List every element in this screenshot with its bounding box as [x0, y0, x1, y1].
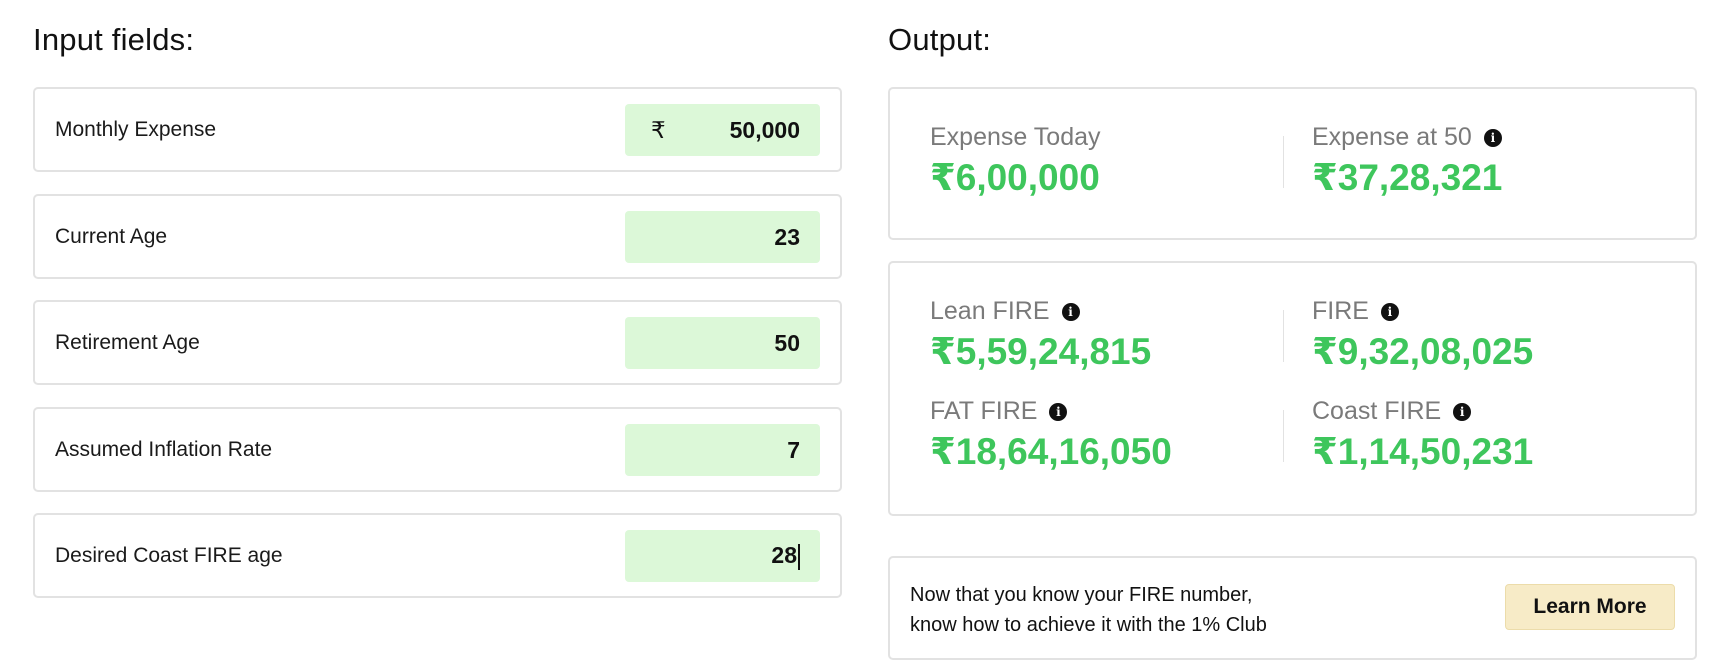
retirement-age-label: Retirement Age — [55, 331, 200, 354]
expense-at-retirement-label: Expense at 50 — [1312, 123, 1472, 151]
fire-label: FIRE — [1312, 297, 1369, 325]
fat-fire-metric: FAT FIRE i ₹18,64,16,050 — [930, 397, 1172, 473]
retirement-age-value: 50 — [774, 329, 800, 356]
info-icon[interactable]: i — [1483, 128, 1502, 147]
one-percent-club-cta: Now that you know your FIRE number, know… — [888, 556, 1697, 660]
info-icon[interactable]: i — [1061, 302, 1080, 321]
monthly-expense-row: Monthly Expense ₹ 50,000 — [33, 87, 842, 172]
fat-fire-value: ₹18,64,16,050 — [930, 431, 1172, 472]
info-icon[interactable]: i — [1049, 402, 1068, 421]
retirement-age-row: Retirement Age 50 — [33, 300, 842, 385]
monthly-expense-input[interactable]: ₹ 50,000 — [625, 104, 820, 156]
lean-fire-value: ₹5,59,24,815 — [930, 331, 1152, 372]
cta-line-1: Now that you know your FIRE number, — [910, 584, 1253, 606]
inflation-rate-row: Assumed Inflation Rate 7 — [33, 407, 842, 492]
fire-output-card: Lean FIRE i ₹5,59,24,815 FIRE i ₹9,32,08… — [888, 261, 1697, 516]
cta-line-2: know how to achieve it with the 1% Club — [910, 614, 1267, 636]
divider — [1283, 310, 1284, 362]
monthly-expense-label: Monthly Expense — [55, 118, 217, 141]
lean-fire-metric: Lean FIRE i ₹5,59,24,815 — [930, 297, 1151, 373]
input-fields-heading: Input fields: — [33, 22, 195, 57]
fat-fire-label: FAT FIRE — [930, 397, 1038, 425]
current-age-value: 23 — [774, 223, 800, 250]
lean-fire-label: Lean FIRE — [930, 297, 1050, 325]
fire-value: ₹9,32,08,025 — [1312, 331, 1534, 372]
expense-today-metric: Expense Today ₹6,00,000 — [930, 123, 1101, 199]
coast-fire-age-label: Desired Coast FIRE age — [55, 544, 283, 567]
output-heading: Output: — [888, 22, 992, 57]
expense-today-label: Expense Today — [930, 123, 1101, 151]
coast-fire-age-input[interactable]: 28 — [625, 530, 820, 582]
divider — [1283, 136, 1284, 188]
rupee-prefix: ₹ — [651, 116, 666, 143]
current-age-input[interactable]: 23 — [625, 211, 820, 263]
current-age-row: Current Age 23 — [33, 194, 842, 279]
inflation-rate-input[interactable]: 7 — [625, 424, 820, 476]
learn-more-button[interactable]: Learn More — [1505, 584, 1675, 630]
current-age-label: Current Age — [55, 225, 168, 248]
coast-fire-label: Coast FIRE — [1312, 397, 1442, 425]
expense-today-value: ₹6,00,000 — [930, 157, 1100, 198]
expense-at-retirement-metric: Expense at 50 i ₹37,28,321 — [1312, 123, 1502, 199]
coast-fire-metric: Coast FIRE i ₹1,14,50,231 — [1312, 397, 1533, 473]
expense-at-retirement-value: ₹37,28,321 — [1312, 157, 1503, 198]
divider — [1283, 410, 1284, 462]
text-caret — [798, 543, 800, 570]
cta-text: Now that you know your FIRE number, know… — [910, 580, 1267, 640]
inflation-rate-label: Assumed Inflation Rate — [55, 438, 273, 461]
coast-fire-age-value: 28 — [771, 542, 800, 570]
inflation-rate-value: 7 — [787, 436, 800, 463]
info-icon[interactable]: i — [1453, 402, 1472, 421]
retirement-age-input[interactable]: 50 — [625, 317, 820, 369]
info-icon[interactable]: i — [1380, 302, 1399, 321]
monthly-expense-value: 50,000 — [729, 116, 800, 143]
fire-metric: FIRE i ₹9,32,08,025 — [1312, 297, 1533, 373]
coast-fire-value: ₹1,14,50,231 — [1312, 431, 1534, 472]
coast-fire-age-row: Desired Coast FIRE age 28 — [33, 513, 842, 598]
expense-output-card: Expense Today ₹6,00,000 Expense at 50 i … — [888, 87, 1697, 240]
